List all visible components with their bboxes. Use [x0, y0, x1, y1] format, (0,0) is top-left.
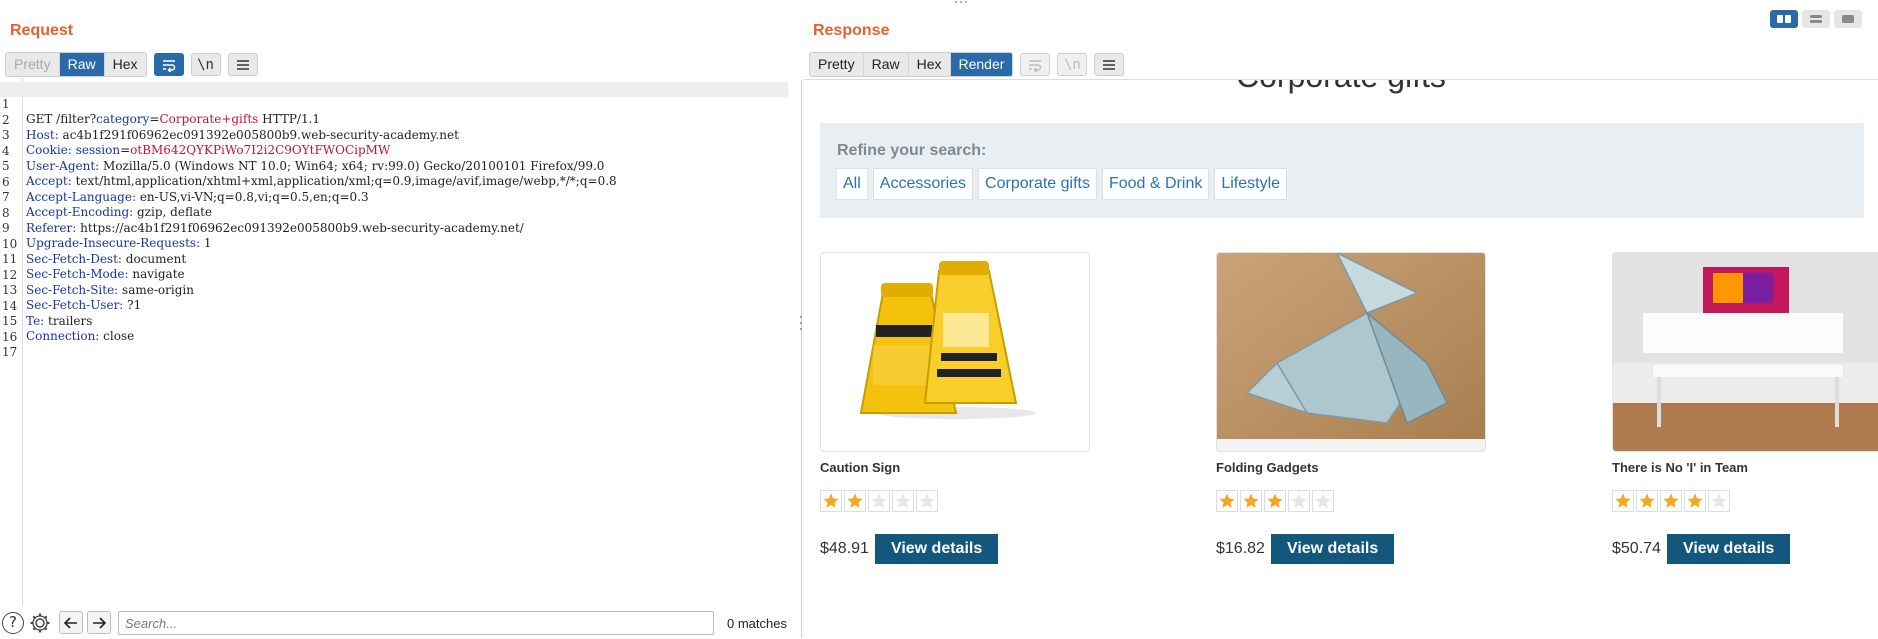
star-empty-icon	[1708, 490, 1730, 512]
star-rating	[1216, 490, 1486, 512]
header-line: 11 Sec-Fetch-Mode: navigate	[2, 252, 185, 281]
filter-food-drink[interactable]: Food & Drink	[1101, 168, 1210, 200]
response-view-tabs: Pretty Raw Hex Render	[809, 52, 1014, 77]
header-line: 7 Accept-Encoding: gzip, deflate	[2, 190, 213, 219]
header-line: 9 Upgrade-Insecure-Requests: 1	[2, 221, 212, 250]
product-image-folding-gadgets	[1216, 252, 1486, 452]
request-toolbar: Pretty Raw Hex \n	[5, 52, 258, 77]
star-empty-icon	[868, 490, 890, 512]
page-heading: Corporate gifts	[1236, 80, 1446, 95]
hamburger-menu-icon[interactable]	[1094, 53, 1125, 76]
header-line: 5 Accept: text/html,application/xhtml+xm…	[2, 159, 617, 188]
single-pane-icon[interactable]	[1834, 10, 1862, 28]
product-price: $48.91	[820, 540, 869, 557]
star-filled-icon	[1264, 490, 1286, 512]
star-empty-icon	[1312, 490, 1334, 512]
star-filled-icon	[820, 490, 842, 512]
pane-divider[interactable]	[801, 80, 802, 638]
tab-pretty[interactable]: Pretty	[6, 53, 60, 76]
star-filled-icon	[1216, 490, 1238, 512]
arrow-right-icon[interactable]	[87, 611, 111, 634]
product-name: Caution Sign	[820, 460, 901, 475]
header-line: 13 Sec-Fetch-User: ?1	[2, 283, 142, 312]
tab-render[interactable]: Render	[950, 53, 1013, 76]
request-view-tabs: Pretty Raw Hex	[5, 52, 147, 77]
header-line: 2 Host: ac4b1f291f06962ec091392e005800b9…	[2, 112, 459, 142]
split-columns-icon[interactable]	[1770, 10, 1798, 28]
pane-resize-handle[interactable]	[799, 314, 803, 332]
header-line: 8 Referer: https://ac4b1f291f06962ec0913…	[2, 205, 524, 235]
header-line: 10 Sec-Fetch-Dest: document	[2, 236, 187, 266]
star-rating	[1612, 490, 1878, 512]
show-newlines-button: \n	[1057, 53, 1088, 76]
arrow-left-icon[interactable]	[59, 611, 83, 634]
star-empty-icon	[916, 490, 938, 512]
split-rows-icon[interactable]	[1802, 10, 1830, 28]
hamburger-menu-icon[interactable]	[227, 53, 258, 76]
request-editor[interactable]: 1 GET /filter?category=Corporate+gifts H…	[0, 78, 798, 606]
star-filled-icon	[1636, 490, 1658, 512]
star-filled-icon	[1660, 490, 1682, 512]
wrap-lines-icon	[1020, 53, 1051, 76]
tab-hex[interactable]: Hex	[104, 53, 146, 76]
help-icon[interactable]: ?	[2, 612, 24, 634]
view-details-button[interactable]: View details	[874, 534, 999, 564]
header-line: 3 Cookie: session=otBM642QYKPiWo7I2i2C9O…	[2, 128, 391, 157]
product-price: $50.74	[1612, 540, 1661, 557]
star-filled-icon	[1684, 490, 1706, 512]
star-rating	[820, 490, 1090, 512]
product-card: There is No 'I' in Team $50.74 View deta…	[1612, 252, 1878, 564]
header-line: 6 Accept-Language: en-US,vi-VN;q=0.8,vi;…	[2, 174, 369, 204]
filter-accessories[interactable]: Accessories	[872, 168, 974, 200]
layout-toggles	[1770, 10, 1862, 28]
product-image-team	[1612, 252, 1878, 452]
request-title: Request	[10, 22, 74, 39]
product-price: $16.82	[1216, 540, 1265, 557]
tab-hex[interactable]: Hex	[908, 53, 951, 76]
empty-line: 17	[2, 345, 18, 359]
product-image-caution-sign	[820, 252, 1090, 452]
search-bar: ? 0 matches	[0, 610, 798, 638]
view-details-button[interactable]: View details	[1270, 534, 1395, 564]
tab-raw[interactable]: Raw	[863, 53, 909, 76]
filter-corporate-gifts[interactable]: Corporate gifts	[978, 168, 1097, 200]
response-title: Response	[813, 22, 890, 39]
header-line: 14 Te: trailers	[2, 298, 93, 328]
view-details-button[interactable]: View details	[1666, 534, 1791, 564]
product-name: There is No 'I' in Team	[1612, 460, 1748, 475]
wrap-lines-icon[interactable]	[153, 53, 184, 76]
filter-chips: All Accessories Corporate gifts Food & D…	[836, 168, 1288, 200]
tab-raw[interactable]: Raw	[59, 53, 105, 76]
star-filled-icon	[844, 490, 866, 512]
product-card: Folding Gadgets $16.82 View details	[1216, 252, 1486, 564]
star-filled-icon	[1240, 490, 1262, 512]
tab-pretty[interactable]: Pretty	[810, 53, 864, 76]
request-line: 1 GET /filter?category=Corporate+gifts H…	[0, 82, 788, 126]
product-name: Folding Gadgets	[1216, 460, 1319, 475]
refine-label: Refine your search:	[837, 142, 987, 159]
show-newlines-button[interactable]: \n	[190, 53, 221, 76]
header-line: 4 User-Agent: Mozilla/5.0 (Windows NT 10…	[2, 143, 605, 173]
product-card: Caution Sign $48.91 View details	[820, 252, 1090, 564]
star-empty-icon	[892, 490, 914, 512]
top-drag-handle[interactable]	[955, 0, 969, 5]
filter-lifestyle[interactable]: Lifestyle	[1214, 168, 1288, 200]
filter-panel: Refine your search: All Accessories Corp…	[820, 123, 1864, 218]
empty-line: 16	[2, 329, 18, 344]
star-filled-icon	[1612, 490, 1634, 512]
header-line: 12 Sec-Fetch-Site: same-origin	[2, 267, 194, 297]
response-render-view: Corporate gifts Refine your search: All …	[804, 79, 1878, 639]
filter-all[interactable]: All	[836, 168, 868, 200]
star-empty-icon	[1288, 490, 1310, 512]
header-line: 15 Connection: close	[2, 314, 135, 343]
match-count: 0 matches	[727, 616, 787, 631]
gear-icon[interactable]	[29, 612, 51, 634]
response-toolbar: Pretty Raw Hex Render \n	[809, 52, 1125, 77]
search-input[interactable]	[118, 611, 714, 635]
